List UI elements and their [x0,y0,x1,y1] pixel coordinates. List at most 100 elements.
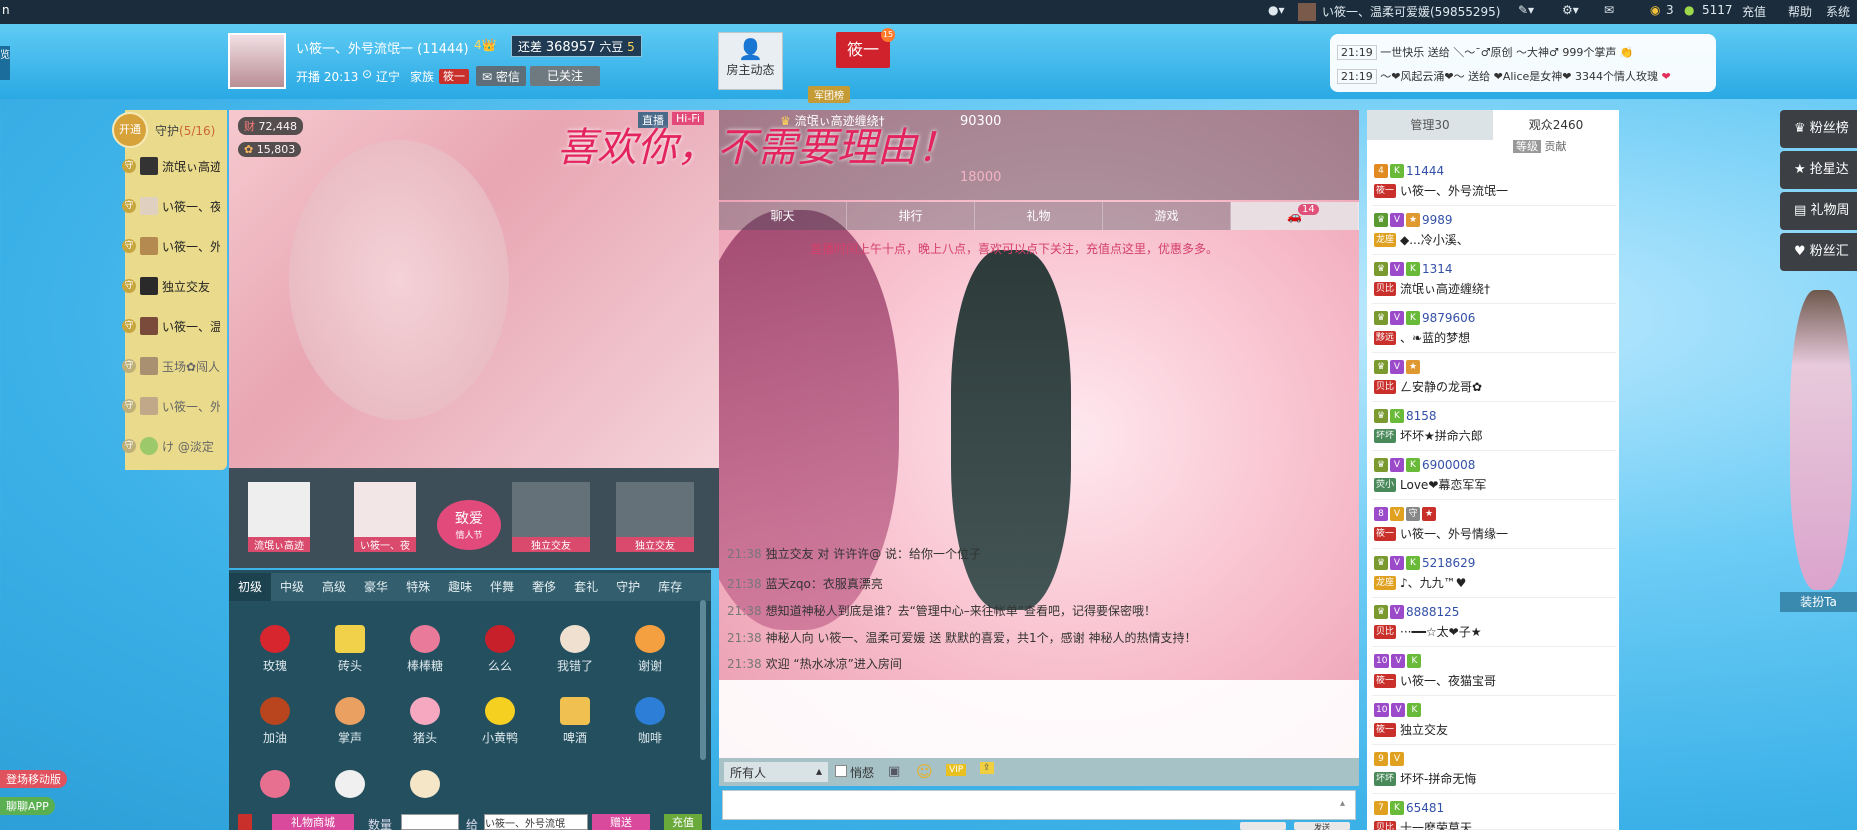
mobile-version-link[interactable]: 登场移动版 [0,770,67,788]
user-name[interactable]: い筱一、温柔可爱媛(59855295) [1322,3,1500,20]
give-button[interactable]: 赠送 [592,814,650,830]
guardian-item[interactable]: 守 流氓ぃ高迹 [122,155,220,177]
gift-tab[interactable]: 套礼 [565,573,607,601]
gift-tab[interactable]: 初级 [229,573,272,601]
host-name[interactable]: い筱一、外号流氓一 (11444) [296,38,469,57]
gift-brick[interactable]: 砖头 [320,625,380,674]
gift-week-button[interactable]: ▤ 礼物周 [1780,192,1857,230]
guardian-item[interactable]: 守 玉场✿闯人 [122,355,220,377]
app-link[interactable]: 聊聊APP [0,797,55,815]
edit-icon[interactable]: ✎▾ [1518,3,1534,17]
gift-tab[interactable]: 高级 [313,573,355,601]
legion-rank-button[interactable]: 军团榜 [808,86,850,103]
gift-cheer[interactable]: 加油 [245,697,305,746]
whisper-checkbox[interactable] [835,765,847,777]
left-edge-tab[interactable]: 览 [0,46,10,80]
chat-target-select[interactable]: 所有人 ▴ [724,762,828,782]
gift-rose[interactable]: 玫瑰 [245,625,305,674]
gift-item[interactable] [395,770,455,802]
audience-row[interactable]: 10 V K 筱一 い筱一、夜猫宝哥 [1372,650,1616,696]
chat-tab[interactable]: 聊天 [719,202,847,230]
zhiai-button[interactable]: 致爱 情人节 [437,500,501,550]
recharge-link[interactable]: 充值 [1742,3,1766,20]
input-resize-icon[interactable]: ▴ [1340,798,1345,809]
gift-tab[interactable]: 伴舞 [481,573,523,601]
fly-screen-icon[interactable]: ⇪ [980,762,994,774]
guardian-item[interactable]: 守 い筱一、外 [122,395,220,417]
image-icon[interactable]: ▣ [888,764,900,779]
gift-tab[interactable]: 库存 [649,573,691,601]
emoji-icon[interactable]: ☺ [916,762,933,781]
guardian-item[interactable]: 守 い筱一、夜 [122,195,220,217]
gift-scrollbar[interactable] [700,600,706,760]
gift-item[interactable] [245,770,305,802]
chat-tab[interactable]: 排行 [847,202,975,230]
audience-row[interactable]: 4 K 11444 筱一 い筱一、外号流氓一 [1372,160,1616,206]
audience-row[interactable]: ♛ V K 9879606 黟远 、❧蓝的梦想 [1372,307,1616,353]
audience-row[interactable]: 9 V 坏坏 坏坏-拼命无悔 [1372,748,1616,794]
gift-tab[interactable]: 中级 [271,573,313,601]
user-avatar[interactable] [1298,3,1316,21]
audience-row[interactable]: 10 V K 筱一 独立交友 [1372,699,1616,745]
fan-rank-button[interactable]: ♛ 粉丝榜 [1780,110,1857,148]
guardian-slot[interactable]: 独立交友 [512,482,590,552]
audience-row[interactable]: ♛ V K 6900008 荧小 Love❤幕恋军军 [1372,454,1616,500]
audience-row[interactable]: 8 V 守 ★ 筱一 い筱一、外号情缘一 [1372,503,1616,549]
recipient-select[interactable]: い筱一、外号流氓 [484,814,588,830]
sort-switch[interactable]: 等级 贡献 [1513,138,1567,154]
followed-button[interactable]: 已关注 [530,66,600,86]
gift-tab[interactable]: 奢侈 [523,573,565,601]
gift-coffee[interactable]: 咖啡 [620,697,680,746]
quantity-input[interactable] [401,814,459,830]
guardian-slot[interactable]: 流氓ぃ高迹 [248,482,310,552]
send-button[interactable]: 发送 [1294,822,1350,830]
audience-row[interactable]: ♛ V ★ 贝比 ㄥ安静の龙哥✿ [1372,356,1616,402]
gift-tab[interactable]: 守护 [607,573,649,601]
open-guardian-button[interactable]: 开通 [112,112,148,148]
gift-tab[interactable]: 趣味 [439,573,481,601]
mail-icon[interactable]: ✉ [1604,3,1614,17]
gift-pig[interactable]: 猪头 [395,697,455,746]
chat-tab[interactable]: 礼物 [975,202,1103,230]
avatar-figure[interactable] [1790,290,1852,590]
host-activity-button[interactable]: 👤 房主动态 [718,32,783,90]
gift-applause[interactable]: 掌声 [320,697,380,746]
guardian-item[interactable]: 守 独立交友 [122,275,220,297]
audience-row[interactable]: ♛ V K 5218629 龙座 ♪、九九™♥ [1372,552,1616,598]
star-grab-button[interactable]: ★ 抢星达 [1780,151,1857,189]
family-badge[interactable]: 筱一 [439,69,469,84]
tab-audience[interactable]: 观众2460 [1493,110,1619,140]
gift-tab[interactable]: 特殊 [397,573,439,601]
host-avatar[interactable] [228,33,286,89]
gift-kiss[interactable]: 么么 [470,625,530,674]
vip-icon[interactable]: VIP [946,764,967,776]
gift-thanks[interactable]: 谢谢 [620,625,680,674]
help-link[interactable]: 帮助 [1788,3,1812,20]
guardian-item[interactable]: 守 け @淡定 [122,435,220,457]
gift-item[interactable] [320,770,380,802]
sort-level[interactable]: 等级 [1513,140,1541,153]
gift-beer[interactable]: 啤酒 [545,697,605,746]
audience-row[interactable]: ♛ K 8158 坏坏 坏坏★拼命六郎 [1372,405,1616,451]
audience-row[interactable]: ♛ V 8888125 贝比 ···━━☆太❤子★ [1372,601,1616,647]
guardian-slot[interactable]: い筱一、夜 [354,482,416,552]
audience-row[interactable]: ♛ V K 1314 贝比 流氓ぃ高迹缠绕† [1372,258,1616,304]
chat-tab[interactable]: 游戏 [1103,202,1231,230]
gift-sorry[interactable]: 我错了 [545,625,605,674]
gift-tab[interactable]: 豪华 [355,573,397,601]
guardian-item[interactable]: 守 い筱一、外 [122,235,220,257]
audience-row[interactable]: 7 K 65481 贝比 十一麽荣莫天 [1372,797,1616,830]
fan-club-button[interactable]: ♥ 粉丝汇 [1780,233,1857,271]
gift-lollipop[interactable]: 棒棒糖 [395,625,455,674]
car-tab[interactable]: 🚗 [1231,202,1359,230]
system-link[interactable]: 系统 [1826,3,1850,20]
audience-row[interactable]: ♛ V ★ 9989 龙座 ◆...冷小溪、 [1372,209,1616,255]
gear-icon[interactable]: ⚙▾ [1562,3,1579,17]
guardian-slot[interactable]: 独立交友 [616,482,694,552]
gift-recharge-button[interactable]: 充值 [664,814,702,830]
gift-mall-button[interactable]: 礼物商城 [272,814,354,830]
guardian-item[interactable]: 守 い筱一、温 [122,315,220,337]
sort-contrib[interactable]: 贡献 [1545,140,1567,153]
dress-up-button[interactable]: 装扮Ta [1780,592,1857,612]
chat-input[interactable] [722,790,1356,820]
